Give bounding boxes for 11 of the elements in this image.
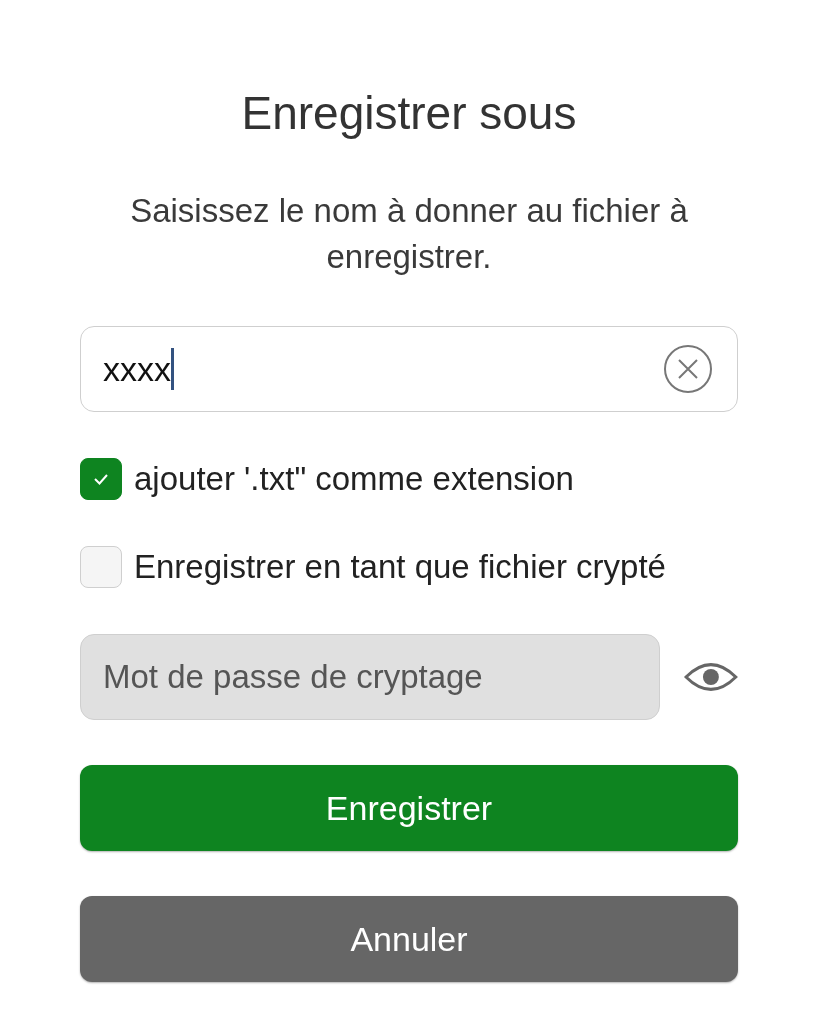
dialog-button[interactable]: Annuler (80, 896, 738, 982)
checkbox[interactable] (80, 458, 122, 500)
checkbox-label: ajouter '.txt" comme extension (134, 460, 574, 498)
dialog-message: Saisissez le nom à donner au fichier à enregistrer. (129, 191, 689, 277)
filename-value: xxxx (103, 349, 171, 389)
eye-icon[interactable] (684, 660, 738, 694)
clear-icon[interactable] (663, 344, 713, 394)
dialog-title: Enregistrer sous (240, 86, 578, 141)
dialog-button[interactable]: Enregistrer (80, 765, 738, 851)
filename-field[interactable]: xxxx (80, 326, 738, 412)
checkbox-label: Enregistrer en tant que fichier crypté (134, 548, 666, 586)
